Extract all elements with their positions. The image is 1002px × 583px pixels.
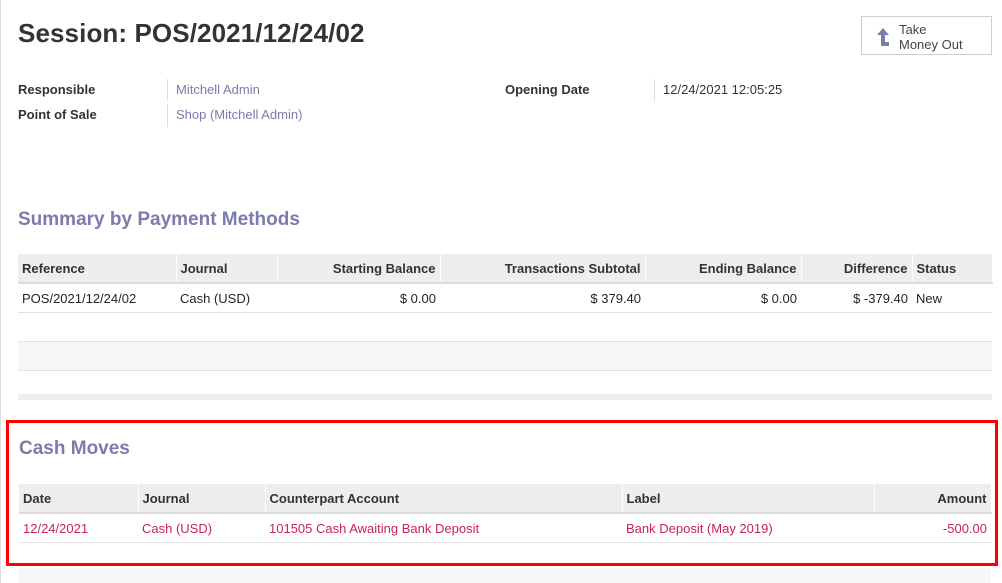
column-header-amount[interactable]: Amount bbox=[874, 484, 992, 514]
cash-moves-table: Date Journal Counterpart Account Label A… bbox=[19, 484, 992, 543]
cell-reference: POS/2021/12/24/02 bbox=[18, 283, 176, 313]
column-header-transactions-subtotal[interactable]: Transactions Subtotal bbox=[440, 254, 646, 284]
column-header-label[interactable]: Label bbox=[622, 484, 875, 514]
cell-journal: Cash (USD) bbox=[176, 283, 277, 313]
take-money-out-label-line1: Take bbox=[899, 22, 927, 37]
cell-ending-balance: $ 0.00 bbox=[645, 283, 801, 313]
column-header-reference[interactable]: Reference bbox=[18, 254, 177, 284]
arrow-up-icon bbox=[877, 28, 889, 46]
table-footer-bar bbox=[18, 394, 992, 400]
column-header-difference[interactable]: Difference bbox=[801, 254, 913, 284]
point-of-sale-label: Point of Sale bbox=[18, 107, 97, 122]
column-header-date[interactable]: Date bbox=[19, 484, 139, 514]
column-header-journal[interactable]: Journal bbox=[138, 484, 266, 514]
cash-moves-section-title: Cash Moves bbox=[19, 438, 130, 459]
cell-status: New bbox=[912, 283, 992, 313]
field-divider bbox=[167, 104, 168, 127]
form-sheet: Session: POS/2021/12/24/02 Take Money Ou… bbox=[0, 0, 1002, 583]
cell-counterpart-account: 101505 Cash Awaiting Bank Deposit bbox=[265, 513, 622, 543]
point-of-sale-link[interactable]: Shop (Mitchell Admin) bbox=[176, 107, 302, 122]
column-header-counterpart-account[interactable]: Counterpart Account bbox=[265, 484, 623, 514]
column-header-starting-balance[interactable]: Starting Balance bbox=[277, 254, 441, 284]
summary-table: Reference Journal Starting Balance Trans… bbox=[18, 254, 993, 400]
cell-date: 12/24/2021 bbox=[19, 513, 138, 543]
table-footer-bar bbox=[19, 568, 991, 583]
take-money-out-label-line2: Money Out bbox=[899, 37, 963, 52]
field-divider bbox=[167, 79, 168, 101]
opening-date-value: 12/24/2021 12:05:25 bbox=[663, 82, 783, 97]
page-title: Session: POS/2021/12/24/02 bbox=[18, 18, 365, 48]
summary-header-row: Reference Journal Starting Balance Trans… bbox=[18, 254, 993, 284]
cell-amount: -500.00 bbox=[874, 513, 991, 543]
column-header-journal[interactable]: Journal bbox=[176, 254, 278, 284]
cell-difference: $ -379.40 bbox=[801, 283, 912, 313]
responsible-link[interactable]: Mitchell Admin bbox=[176, 82, 260, 97]
cell-starting-balance: $ 0.00 bbox=[277, 283, 440, 313]
summary-section-title: Summary by Payment Methods bbox=[18, 209, 300, 230]
opening-date-label: Opening Date bbox=[505, 82, 590, 97]
table-row[interactable]: 12/24/2021 Cash (USD) 101505 Cash Awaiti… bbox=[19, 513, 991, 543]
field-divider bbox=[654, 79, 655, 101]
cell-transactions-subtotal: $ 379.40 bbox=[440, 283, 645, 313]
take-money-out-button[interactable]: Take Money Out bbox=[861, 16, 992, 55]
column-header-status[interactable]: Status bbox=[912, 254, 993, 284]
column-header-ending-balance[interactable]: Ending Balance bbox=[645, 254, 802, 284]
table-row[interactable]: POS/2021/12/24/02 Cash (USD) $ 0.00 $ 37… bbox=[18, 283, 992, 313]
cash-moves-header-row: Date Journal Counterpart Account Label A… bbox=[19, 484, 992, 514]
cell-journal: Cash (USD) bbox=[138, 513, 265, 543]
cell-label: Bank Deposit (May 2019) bbox=[622, 513, 874, 543]
empty-row bbox=[18, 341, 992, 371]
responsible-label: Responsible bbox=[18, 82, 96, 97]
empty-row bbox=[18, 312, 992, 342]
